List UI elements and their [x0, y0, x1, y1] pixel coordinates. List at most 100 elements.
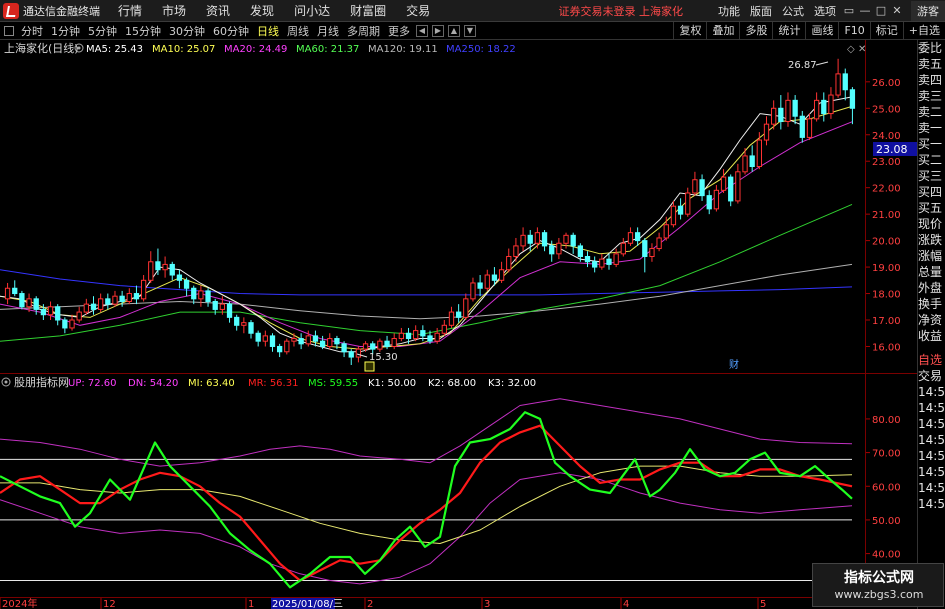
- quote-weibi[interactable]: 委比: [918, 40, 945, 56]
- tool-huaxian[interactable]: 画线: [805, 22, 838, 40]
- scroll-left-icon[interactable]: ◀: [416, 24, 428, 37]
- quote-price[interactable]: 现价: [918, 216, 945, 232]
- tool-fuquan[interactable]: 复权: [673, 22, 706, 40]
- menu-xuanxiang[interactable]: 选项: [814, 3, 836, 19]
- candle-body: [140, 279, 147, 300]
- quote-buy4[interactable]: 买四: [918, 184, 945, 200]
- panel-close-icon[interactable]: ✕: [858, 44, 866, 55]
- trade-login-tip[interactable]: 证券交易未登录 上海家化: [559, 3, 684, 19]
- price-tick-label: 20.00: [872, 237, 901, 248]
- indicator-legend-item: MI: 63.40: [188, 378, 235, 389]
- period-30min[interactable]: 30分钟: [169, 23, 205, 39]
- candle-body: [713, 189, 720, 210]
- app-title: 通达信金融终端: [23, 4, 100, 18]
- indicator-legend-item: MS: 59.55: [308, 378, 358, 389]
- candle-body: [792, 99, 798, 117]
- candle-body: [205, 290, 211, 302]
- candle-body: [606, 258, 612, 265]
- candle-body: [563, 234, 569, 244]
- restore-window-icon[interactable]: ▭: [841, 4, 857, 17]
- tool-biaoji[interactable]: 标记: [869, 22, 903, 40]
- quote-sell4[interactable]: 卖四: [918, 72, 945, 88]
- date-tick-label: 2025/01/08/三: [272, 599, 343, 609]
- close-icon[interactable]: ✕: [889, 4, 905, 17]
- period-daily[interactable]: 日线: [257, 23, 279, 39]
- maximize-icon[interactable]: □: [873, 4, 889, 17]
- menu-shichang[interactable]: 市场: [162, 2, 186, 19]
- tool-f10[interactable]: F10: [838, 22, 869, 40]
- period-15min[interactable]: 15分钟: [125, 23, 161, 39]
- quote-change[interactable]: 涨跌: [918, 232, 945, 248]
- menu-wenxiaoda[interactable]: 问小达: [294, 2, 330, 19]
- candle-body: [305, 335, 311, 345]
- period-multi[interactable]: 多周期: [347, 23, 380, 39]
- quote-volume[interactable]: 总量: [918, 264, 945, 280]
- tab-zixuan[interactable]: 自选: [918, 352, 945, 368]
- quote-buy1[interactable]: 买一: [918, 136, 945, 152]
- chart-right-tools: 复权 叠加 多股 统计 画线 F10 标记 +自选: [673, 22, 945, 40]
- menu-gongneng[interactable]: 功能: [718, 3, 740, 19]
- scroll-right-icon[interactable]: ▶: [432, 24, 444, 37]
- quote-sell2[interactable]: 卖二: [918, 104, 945, 120]
- quote-sell1[interactable]: 卖一: [918, 120, 945, 136]
- event-marker-icon[interactable]: [364, 361, 375, 372]
- quote-buy3[interactable]: 买三: [918, 168, 945, 184]
- trade-time: 14:56: [918, 481, 945, 495]
- price-tick-label: 24.00: [872, 131, 901, 142]
- menu-faxian[interactable]: 发现: [250, 2, 274, 19]
- zoom-in-icon[interactable]: ▲: [448, 24, 460, 37]
- sync-checkbox[interactable]: [4, 25, 14, 36]
- candle-body: [62, 319, 68, 329]
- guest-button[interactable]: 游客: [911, 0, 945, 21]
- menu-banmian[interactable]: 版面: [750, 3, 772, 19]
- date-tick-label: 2024年: [2, 597, 37, 609]
- trade-time: 14:56: [918, 417, 945, 431]
- quote-outer[interactable]: 外盘: [918, 280, 945, 296]
- period-more[interactable]: 更多: [388, 23, 410, 39]
- candle-body: [133, 293, 140, 300]
- candle-body: [212, 300, 218, 310]
- period-monthly[interactable]: 月线: [317, 23, 339, 39]
- quote-sell3[interactable]: 卖三: [918, 88, 945, 104]
- quote-buy5[interactable]: 买五: [918, 200, 945, 216]
- candle-body: [527, 234, 533, 244]
- tab-jiaoyi[interactable]: 交易: [918, 368, 945, 384]
- tool-zixuan[interactable]: +自选: [902, 22, 945, 40]
- candle-body: [584, 255, 591, 263]
- quote-netasset[interactable]: 净资: [918, 312, 945, 328]
- quote-change-pct[interactable]: 涨幅: [918, 248, 945, 264]
- tool-diejia[interactable]: 叠加: [706, 22, 739, 40]
- period-1min[interactable]: 1分钟: [51, 23, 80, 39]
- tool-tongji[interactable]: 统计: [772, 22, 805, 40]
- menu-jiaoyi[interactable]: 交易: [406, 2, 430, 19]
- candle-body: [663, 224, 669, 239]
- candle-body: [785, 99, 791, 123]
- period-60min[interactable]: 60分钟: [213, 23, 249, 39]
- tool-duogu[interactable]: 多股: [739, 22, 772, 40]
- quote-buy2[interactable]: 买二: [918, 152, 945, 168]
- zoom-out-icon[interactable]: ▼: [464, 24, 476, 37]
- menu-hangqing[interactable]: 行情: [118, 2, 142, 19]
- candle-body: [327, 338, 333, 347]
- quote-sell5[interactable]: 卖五: [918, 56, 945, 72]
- period-fenshi[interactable]: 分时: [21, 23, 43, 39]
- period-5min[interactable]: 5分钟: [88, 23, 117, 39]
- minimize-icon[interactable]: —: [857, 4, 873, 17]
- candle-body: [728, 176, 734, 202]
- candle-body: [821, 99, 827, 115]
- menu-caifuquan[interactable]: 财富圈: [350, 2, 386, 19]
- quote-earnings[interactable]: 收益: [918, 328, 945, 344]
- price-tick-label: 17.00: [872, 316, 901, 327]
- financial-report-marker[interactable]: 财: [729, 358, 739, 371]
- panel-diamond-icon[interactable]: ◇: [847, 44, 855, 55]
- menu-gongshi[interactable]: 公式: [782, 3, 804, 19]
- current-price-label: 23.08: [876, 143, 908, 156]
- indicator-tick-label: 50.00: [872, 516, 901, 527]
- candle-body: [556, 242, 562, 255]
- period-weekly[interactable]: 周线: [287, 23, 309, 39]
- quote-turnover[interactable]: 换手: [918, 296, 945, 312]
- date-tick-label: 5: [760, 599, 766, 609]
- kline-chart[interactable]: 上海家化(日线) MA5: 25.43 MA10: 25.07 MA20: 24.4…: [0, 40, 917, 609]
- menu-zixun[interactable]: 资讯: [206, 2, 230, 19]
- date-tick-label: 3: [484, 599, 490, 609]
